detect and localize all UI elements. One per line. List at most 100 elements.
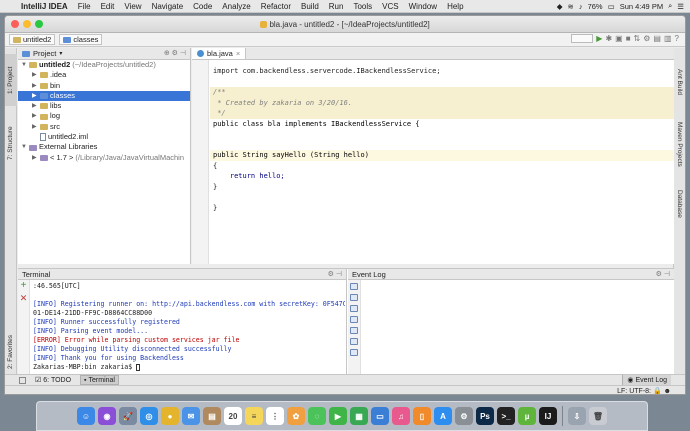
- trash-icon[interactable]: [350, 349, 358, 356]
- stop-icon[interactable]: ■: [626, 34, 631, 43]
- dock-ibooks-icon[interactable]: ▯: [413, 407, 431, 425]
- help-icon[interactable]: ?: [675, 34, 679, 43]
- clear-icon[interactable]: [350, 338, 358, 345]
- tree-item[interactable]: ▶ classes: [18, 90, 190, 102]
- tool-tab-terminal[interactable]: ▪ Terminal: [80, 375, 119, 385]
- tree-item[interactable]: ▶ src: [18, 122, 190, 132]
- settings-icon[interactable]: [350, 283, 358, 290]
- dock-reminders-icon[interactable]: ⋮: [266, 407, 284, 425]
- breadcrumb-classes[interactable]: classes: [59, 34, 103, 45]
- dock-utorrent-icon[interactable]: µ: [518, 407, 536, 425]
- scroll-icon[interactable]: [350, 305, 358, 312]
- panel-gear-icon[interactable]: ⊕ ⚙ ⊣: [164, 48, 186, 60]
- project-view-selector[interactable]: Project: [33, 49, 56, 58]
- tool-window-toggle-icon[interactable]: [19, 376, 26, 384]
- dock-terminal-icon[interactable]: >_: [497, 407, 515, 425]
- dock-mail-icon[interactable]: ✉: [182, 407, 200, 425]
- dock-preferences-icon[interactable]: ⚙: [455, 407, 473, 425]
- dock-calendar-icon[interactable]: 20: [224, 407, 242, 425]
- chevron-right-icon[interactable]: ▶: [32, 153, 38, 163]
- dock-siri-icon[interactable]: ◉: [98, 407, 116, 425]
- tool-tab-maven[interactable]: Maven Projects: [673, 114, 685, 174]
- dock-finder-icon[interactable]: ☺: [77, 407, 95, 425]
- chevron-right-icon[interactable]: ▶: [32, 101, 38, 111]
- tool-tab-structure[interactable]: 7: Structure: [5, 118, 17, 168]
- notification-center-icon[interactable]: ☰: [677, 2, 684, 11]
- tool-tab-todo[interactable]: ☑ 6: TODO: [32, 375, 74, 385]
- menu-analyze[interactable]: Analyze: [217, 0, 255, 13]
- project-structure-icon[interactable]: ▤: [653, 34, 661, 43]
- chevron-down-icon[interactable]: ▼: [21, 60, 27, 70]
- editor-tab-bla-java[interactable]: bla.java ×: [192, 48, 247, 59]
- menu-navigate[interactable]: Navigate: [147, 0, 189, 13]
- chevron-right-icon[interactable]: ▶: [32, 111, 38, 121]
- chevron-down-icon[interactable]: ▼: [21, 142, 27, 152]
- dock-photos-icon[interactable]: ✿: [287, 407, 305, 425]
- dock-notes-icon[interactable]: ≡: [245, 407, 263, 425]
- menu-tools[interactable]: Tools: [348, 0, 377, 13]
- dock-itunes-icon[interactable]: ♫: [392, 407, 410, 425]
- chevron-right-icon[interactable]: ▶: [32, 122, 38, 132]
- run-config-dropdown[interactable]: [571, 34, 594, 43]
- menu-view[interactable]: View: [119, 0, 146, 13]
- new-session-icon[interactable]: +: [18, 280, 29, 292]
- debug-icon[interactable]: ✱: [605, 34, 612, 43]
- coverage-icon[interactable]: ▣: [615, 34, 623, 43]
- tree-item[interactable]: ▶ .idea: [18, 70, 190, 80]
- close-session-icon[interactable]: ✕: [18, 292, 29, 304]
- lock-icon[interactable]: 🔒: [653, 388, 662, 394]
- tree-item[interactable]: ▶ libs: [18, 101, 190, 111]
- dropbox-icon[interactable]: ◆: [557, 2, 563, 11]
- menu-code[interactable]: Code: [188, 0, 217, 13]
- battery-percent[interactable]: 76%: [588, 2, 603, 11]
- chevron-down-icon[interactable]: ▾: [59, 50, 62, 57]
- chevron-right-icon[interactable]: ▶: [32, 91, 38, 101]
- menu-vcs[interactable]: VCS: [377, 0, 403, 13]
- dock-contacts-icon[interactable]: ▤: [203, 407, 221, 425]
- encoding-indicator[interactable]: UTF-8:: [629, 388, 651, 394]
- chevron-right-icon[interactable]: ▶: [32, 70, 38, 80]
- tool-tab-database[interactable]: Database: [673, 184, 685, 224]
- tree-item[interactable]: ▶ log: [18, 111, 190, 121]
- dock-photoshop-icon[interactable]: Ps: [476, 407, 494, 425]
- sdk-icon[interactable]: ▥: [664, 34, 672, 43]
- minimize-window-button[interactable]: [23, 20, 31, 28]
- event-log-gear-icon[interactable]: ⚙ ⊣: [656, 269, 670, 280]
- close-tab-icon[interactable]: ×: [236, 49, 240, 58]
- dock-messages-icon[interactable]: ◌: [308, 407, 326, 425]
- terminal-output[interactable]: :46.565[UTC] [INFO] Registering runner on…: [33, 282, 345, 384]
- tool-tab-ant-build[interactable]: Ant Build: [673, 60, 685, 104]
- tree-item[interactable]: ▼ External Libraries: [18, 142, 190, 152]
- tree-item[interactable]: ▶ < 1.7 > (/Library/Java/JavaVirtualMachin: [18, 153, 190, 163]
- menu-file[interactable]: File: [73, 0, 96, 13]
- menu-edit[interactable]: Edit: [96, 0, 120, 13]
- menu-app-name[interactable]: IntelliJ IDEA: [16, 0, 73, 13]
- hector-icon[interactable]: ☻: [664, 388, 671, 394]
- wrap-icon[interactable]: [350, 316, 358, 323]
- run-icon[interactable]: ▶: [596, 34, 602, 43]
- dock-chrome-icon[interactable]: ●: [161, 407, 179, 425]
- menu-run[interactable]: Run: [324, 0, 349, 13]
- tool-tab-project[interactable]: 1: Project: [5, 54, 17, 106]
- tree-item[interactable]: untitled2.iml: [18, 132, 190, 142]
- dock-downloads-icon[interactable]: ⇩: [568, 407, 586, 425]
- mark-read-icon[interactable]: [350, 327, 358, 334]
- wifi-icon[interactable]: ≋: [568, 2, 574, 11]
- volume-icon[interactable]: ♪: [579, 2, 583, 11]
- dock-launchpad-icon[interactable]: 🚀: [119, 407, 137, 425]
- chevron-right-icon[interactable]: ▶: [32, 81, 38, 91]
- menu-help[interactable]: Help: [442, 0, 468, 13]
- dock-facetime-icon[interactable]: ▶: [329, 407, 347, 425]
- close-window-button[interactable]: [11, 20, 19, 28]
- spotlight-icon[interactable]: ⌕: [668, 1, 672, 11]
- dock-trash-icon[interactable]: 🗑: [589, 407, 607, 425]
- terminal-gear-icon[interactable]: ⚙ ⊣: [328, 269, 342, 280]
- dock-safari-icon[interactable]: ◎: [140, 407, 158, 425]
- menu-window[interactable]: Window: [404, 0, 442, 13]
- breadcrumb-project[interactable]: untitled2: [9, 34, 56, 45]
- dock-numbers-icon[interactable]: ▦: [350, 407, 368, 425]
- tree-item[interactable]: ▼ untitled2 (~/IdeaProjects/untitled2): [18, 60, 190, 70]
- vcs-icon[interactable]: ⇅: [634, 34, 641, 43]
- battery-icon[interactable]: ▭: [608, 2, 615, 11]
- zoom-window-button[interactable]: [35, 20, 43, 28]
